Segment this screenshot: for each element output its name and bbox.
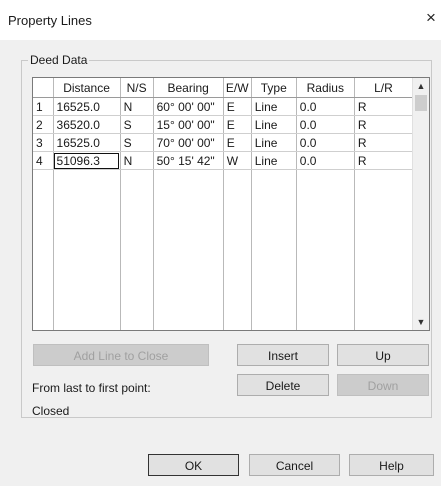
ok-button[interactable]: OK <box>148 454 239 476</box>
dialog-body: Deed Data Distance N/S Bearing E/W Type … <box>0 40 441 486</box>
title-bar: Property Lines × <box>0 0 441 40</box>
cell-radius[interactable]: 0.0 <box>296 115 355 134</box>
cell-radius[interactable]: 0.0 <box>296 133 355 152</box>
cell-bearing[interactable]: 60° 00' 00" <box>153 97 224 116</box>
col-header-type[interactable]: Type <box>251 78 297 98</box>
insert-button[interactable]: Insert <box>237 344 329 366</box>
row-index[interactable]: 2 <box>33 115 54 134</box>
cell-lr[interactable]: R <box>354 115 414 134</box>
cell-radius[interactable]: 0.0 <box>296 151 355 170</box>
delete-button[interactable]: Delete <box>237 374 329 396</box>
group-legend: Deed Data <box>28 53 90 67</box>
cell-bearing[interactable]: 15° 00' 00" <box>153 115 224 134</box>
col-header-bearing[interactable]: Bearing <box>153 78 224 98</box>
scroll-down-icon[interactable]: ▼ <box>413 314 429 330</box>
cell-type[interactable]: Line <box>251 115 297 134</box>
cell-ew[interactable]: E <box>223 97 252 116</box>
cell-ew[interactable]: W <box>223 151 252 170</box>
col-header-index <box>33 78 54 98</box>
row-index[interactable]: 3 <box>33 133 54 152</box>
window-title: Property Lines <box>8 13 92 28</box>
close-icon[interactable]: × <box>423 9 439 26</box>
table-row[interactable]: 1 16525.0 N 60° 00' 00" E Line 0.0 R <box>33 97 414 116</box>
closed-status: Closed <box>32 404 70 418</box>
col-header-ns[interactable]: N/S <box>120 78 154 98</box>
table-row[interactable]: 2 36520.0 S 15° 00' 00" E Line 0.0 R <box>33 115 414 134</box>
cell-distance[interactable]: 36520.0 <box>53 115 121 134</box>
cell-ew[interactable]: E <box>223 133 252 152</box>
scroll-thumb[interactable] <box>415 95 427 111</box>
cell-bearing[interactable]: 50° 15' 42" <box>153 151 224 170</box>
row-index[interactable]: 4 <box>33 151 54 170</box>
vertical-scrollbar[interactable]: ▲ ▼ <box>412 78 429 330</box>
cell-ns[interactable]: N <box>120 151 154 170</box>
col-header-radius[interactable]: Radius <box>296 78 355 98</box>
table-row[interactable]: 3 16525.0 S 70° 00' 00" E Line 0.0 R <box>33 133 414 152</box>
deed-grid[interactable]: Distance N/S Bearing E/W Type Radius L/R… <box>32 77 430 331</box>
add-line-to-close-button[interactable]: Add Line to Close <box>33 344 209 366</box>
cell-ns[interactable]: S <box>120 115 154 134</box>
scroll-up-icon[interactable]: ▲ <box>413 78 429 94</box>
col-header-lr[interactable]: L/R <box>354 78 414 98</box>
cell-ew[interactable]: E <box>223 115 252 134</box>
col-header-distance[interactable]: Distance <box>53 78 121 98</box>
table-header: Distance N/S Bearing E/W Type Radius L/R <box>33 78 414 98</box>
row-index[interactable]: 1 <box>33 97 54 116</box>
cell-type[interactable]: Line <box>251 97 297 116</box>
cell-type[interactable]: Line <box>251 133 297 152</box>
cell-radius[interactable]: 0.0 <box>296 97 355 116</box>
cell-distance[interactable]: 16525.0 <box>53 97 121 116</box>
cell-lr[interactable]: R <box>354 97 414 116</box>
cancel-button[interactable]: Cancel <box>249 454 340 476</box>
up-button[interactable]: Up <box>337 344 429 366</box>
deed-table: Distance N/S Bearing E/W Type Radius L/R… <box>33 78 414 170</box>
help-button[interactable]: Help <box>349 454 434 476</box>
col-header-ew[interactable]: E/W <box>223 78 252 98</box>
cell-lr[interactable]: R <box>354 151 414 170</box>
cell-bearing[interactable]: 70° 00' 00" <box>153 133 224 152</box>
cell-type[interactable]: Line <box>251 151 297 170</box>
cell-distance[interactable]: 16525.0 <box>53 133 121 152</box>
cell-lr[interactable]: R <box>354 133 414 152</box>
cell-ns[interactable]: N <box>120 97 154 116</box>
cell-ns[interactable]: S <box>120 133 154 152</box>
down-button[interactable]: Down <box>337 374 429 396</box>
cell-distance[interactable]: 51096.3 <box>53 151 121 170</box>
from-last-label: From last to first point: <box>32 381 151 395</box>
table-row[interactable]: 4 51096.3 N 50° 15' 42" W Line 0.0 R <box>33 151 414 170</box>
deed-data-group: Deed Data Distance N/S Bearing E/W Type … <box>21 53 432 418</box>
